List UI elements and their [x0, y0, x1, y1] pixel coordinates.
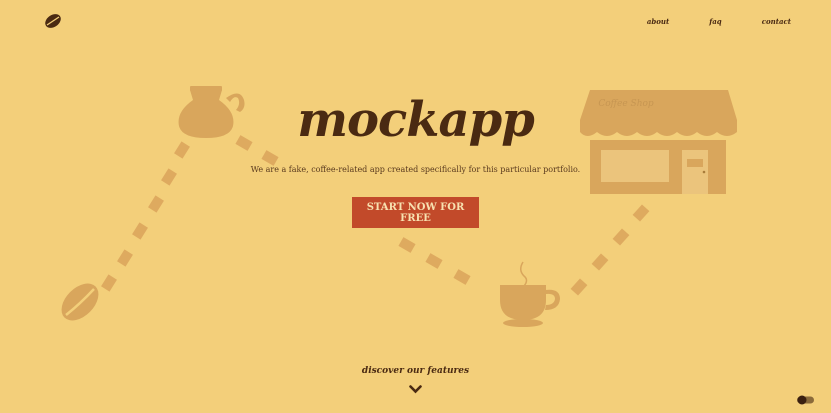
discover-features-link[interactable]: discover our features: [0, 366, 831, 376]
tagline: We are a fake, coffee-related app create…: [250, 165, 581, 174]
chevron-down-icon[interactable]: [409, 385, 422, 394]
start-now-button[interactable]: START NOW FOR FREE: [352, 197, 479, 228]
nav-link-faq[interactable]: faq: [709, 17, 721, 26]
nav-link-about[interactable]: about: [647, 17, 669, 26]
coffee-cup-icon: [500, 261, 560, 327]
logo-coffee-bean-icon[interactable]: [43, 12, 63, 30]
toggle-icon[interactable]: [797, 395, 815, 405]
app-title: mockapp: [297, 92, 535, 148]
main-nav: about faq contact: [647, 17, 791, 26]
landing-page: Coffee Shop about faq contact mockapp We…: [0, 0, 831, 413]
nav-link-contact[interactable]: contact: [762, 17, 791, 26]
coffee-bean-icon: [61, 283, 99, 321]
